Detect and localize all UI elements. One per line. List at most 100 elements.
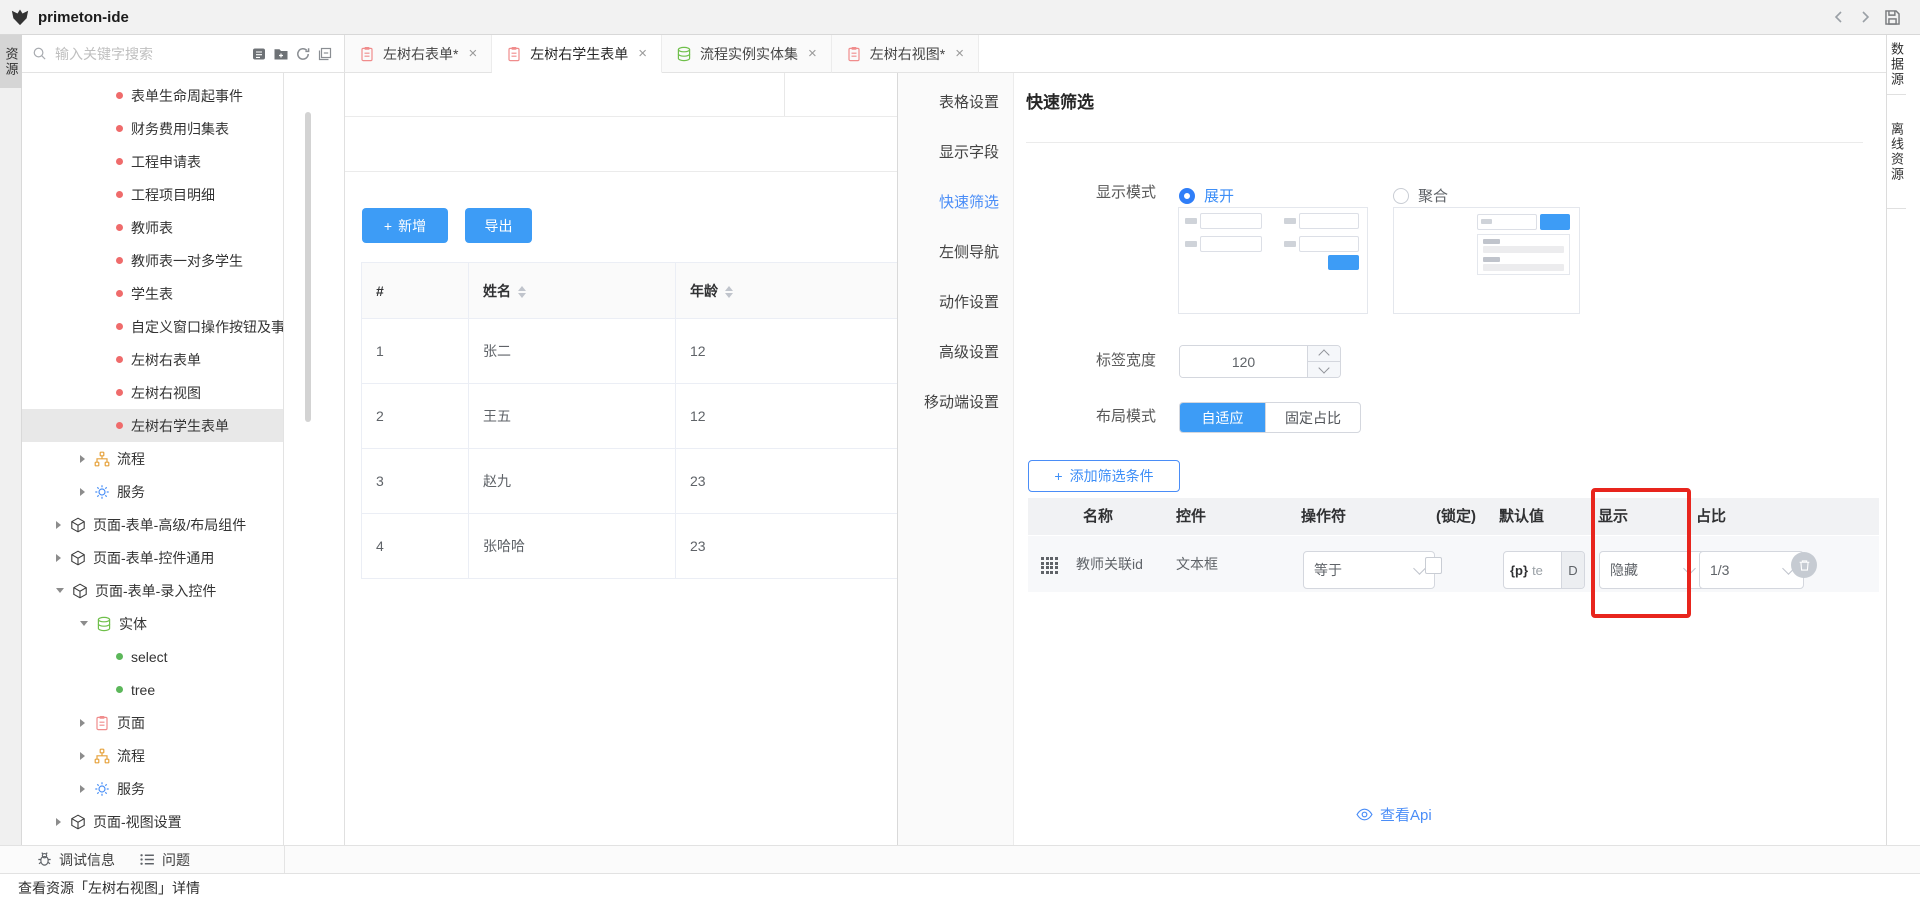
tree-item-selected[interactable]: 左树右学生表单 xyxy=(22,409,283,442)
export-button[interactable]: 导出 xyxy=(465,208,532,243)
button-placeholder xyxy=(1328,255,1359,270)
chevron-right-icon[interactable] xyxy=(80,488,85,496)
save-icon[interactable] xyxy=(1883,8,1902,27)
table-row[interactable]: 4张哈哈23 xyxy=(362,514,898,579)
drag-handle[interactable] xyxy=(1041,557,1058,574)
table-row[interactable]: 3赵九23 xyxy=(362,449,898,514)
view-api-link[interactable]: 查看Api xyxy=(1356,804,1432,825)
radio-expand[interactable]: 展开 xyxy=(1179,185,1234,206)
tree-item[interactable]: 财务费用归集表 xyxy=(22,112,283,145)
tree-item[interactable]: select xyxy=(22,640,283,673)
locked-checkbox[interactable] xyxy=(1425,557,1442,574)
default-value-input[interactable]: {p} te D xyxy=(1503,551,1585,589)
tree-item[interactable]: 左树右视图 xyxy=(22,376,283,409)
operator-select[interactable]: 等于 xyxy=(1303,551,1435,589)
red-dot-icon xyxy=(116,323,123,330)
tree-item[interactable]: 教师表 xyxy=(22,211,283,244)
menu-item-actions[interactable]: 动作设置 xyxy=(898,278,1013,328)
tree-item[interactable]: 页面-表单-录入控件 xyxy=(22,574,283,607)
chevron-right-icon[interactable] xyxy=(56,521,61,529)
problems-button[interactable]: 问题 xyxy=(139,850,190,870)
tree-item[interactable]: 表单生命周起事件 xyxy=(22,79,283,112)
menu-item-left-nav[interactable]: 左侧导航 xyxy=(898,228,1013,278)
sort-icon[interactable] xyxy=(725,286,733,298)
rail-tab-resources[interactable]: 资源 xyxy=(0,35,22,88)
form-preview-canvas: + 新增 导出 # 姓名 年龄 1张二12 2王五12 3赵九23 4张哈哈23 xyxy=(345,73,897,845)
tree-scrollbar[interactable] xyxy=(305,112,311,422)
chevron-right-icon[interactable] xyxy=(56,554,61,562)
field-placeholder xyxy=(1483,264,1564,271)
menu-item-table-settings[interactable]: 表格设置 xyxy=(898,78,1013,128)
tree-item[interactable]: 页面 xyxy=(22,706,283,739)
history-forward-icon[interactable] xyxy=(1857,9,1873,25)
refresh-icon[interactable] xyxy=(295,46,311,62)
tree-item[interactable]: 学生表 xyxy=(22,277,283,310)
tree-item[interactable]: 服务 xyxy=(22,772,283,805)
tree-item[interactable]: 流程 xyxy=(22,739,283,772)
tree-item[interactable]: 自定义窗口操作按钮及事件 xyxy=(22,310,283,343)
chevron-right-icon[interactable] xyxy=(56,818,61,826)
table-row[interactable]: 1张二12 xyxy=(362,319,898,384)
tree-item[interactable]: 左树右表单 xyxy=(22,343,283,376)
add-row-button[interactable]: + 新增 xyxy=(362,208,448,243)
stepper-up-button[interactable] xyxy=(1308,346,1340,362)
segment-fixed-ratio[interactable]: 固定占比 xyxy=(1265,403,1360,432)
segment-adaptive[interactable]: 自适应 xyxy=(1180,403,1265,432)
radio-off-icon[interactable] xyxy=(1393,188,1409,204)
debug-info-button[interactable]: 调试信息 xyxy=(36,850,115,870)
tree-item[interactable]: 页面-视图设置 xyxy=(22,805,283,838)
collapse-all-icon[interactable] xyxy=(317,46,333,62)
menu-item-quick-filter[interactable]: 快速筛选 xyxy=(898,178,1013,228)
history-back-icon[interactable] xyxy=(1831,9,1847,25)
display-select[interactable]: 隐藏 xyxy=(1599,551,1705,589)
tab-close-icon[interactable]: × xyxy=(468,46,477,61)
column-header-age[interactable]: 年龄 xyxy=(676,263,898,319)
view-api-label: 查看Api xyxy=(1380,804,1432,825)
rail-tab-offline-resources[interactable]: 离线资源 xyxy=(1887,95,1906,209)
settings-menu: 表格设置 显示字段 快速筛选 左侧导航 动作设置 高级设置 移动端设置 xyxy=(898,73,1014,845)
tab-close-icon[interactable]: × xyxy=(955,46,964,61)
operator-value: 等于 xyxy=(1314,560,1342,580)
tab-form-2-active[interactable]: 左树右学生表单 × xyxy=(492,35,662,73)
label-width-input[interactable] xyxy=(1180,346,1307,377)
ratio-select[interactable]: 1/3 xyxy=(1699,551,1804,589)
menu-item-mobile[interactable]: 移动端设置 xyxy=(898,378,1013,428)
tree-item[interactable]: 教师表一对多学生 xyxy=(22,244,283,277)
chevron-right-icon[interactable] xyxy=(80,719,85,727)
tree-item[interactable]: 流程 xyxy=(22,442,283,475)
add-filter-button[interactable]: + 添加筛选条件 xyxy=(1028,460,1180,492)
tree-item[interactable]: 实体 xyxy=(22,607,283,640)
chevron-right-icon[interactable] xyxy=(80,785,85,793)
chevron-down-icon[interactable] xyxy=(80,621,88,626)
stepper-down-button[interactable] xyxy=(1308,362,1340,377)
rail-tab-datasource[interactable]: 数据源 xyxy=(1887,35,1906,95)
table-row[interactable]: 2王五12 xyxy=(362,384,898,449)
tree-item[interactable]: 工程申请表 xyxy=(22,145,283,178)
sort-icon[interactable] xyxy=(518,286,526,298)
radio-on-icon[interactable] xyxy=(1179,188,1195,204)
chevron-down-icon[interactable] xyxy=(56,588,64,593)
menu-item-display-fields[interactable]: 显示字段 xyxy=(898,128,1013,178)
tab-form-1[interactable]: 左树右表单* × xyxy=(345,35,492,73)
tree-item[interactable]: 服务 xyxy=(22,475,283,508)
tab-close-icon[interactable]: × xyxy=(808,46,817,61)
chevron-right-icon[interactable] xyxy=(80,752,85,760)
locate-file-icon[interactable] xyxy=(251,46,267,62)
tree-item[interactable]: 页面-表单-控件通用 xyxy=(22,541,283,574)
left-activity-rail: 资源 xyxy=(0,35,22,845)
tab-close-icon[interactable]: × xyxy=(638,46,647,61)
tab-view[interactable]: 左树右视图* × xyxy=(832,35,979,73)
tree-item[interactable]: 工程项目明细 xyxy=(22,178,283,211)
entity-tab-icon xyxy=(676,46,692,62)
search-input[interactable] xyxy=(53,45,247,63)
menu-item-advanced[interactable]: 高级设置 xyxy=(898,328,1013,378)
radio-aggregate[interactable]: 聚合 xyxy=(1393,185,1448,206)
delete-filter-button[interactable] xyxy=(1791,552,1817,578)
column-header-name[interactable]: 姓名 xyxy=(469,263,676,319)
tree-item[interactable]: 页面-表单-高级/布局组件 xyxy=(22,508,283,541)
tree-item[interactable]: tree xyxy=(22,673,283,706)
default-type-tag[interactable]: D xyxy=(1561,552,1584,588)
tab-entity-set[interactable]: 流程实例实体集 × xyxy=(662,35,832,73)
chevron-right-icon[interactable] xyxy=(80,455,85,463)
new-folder-icon[interactable] xyxy=(273,46,289,62)
